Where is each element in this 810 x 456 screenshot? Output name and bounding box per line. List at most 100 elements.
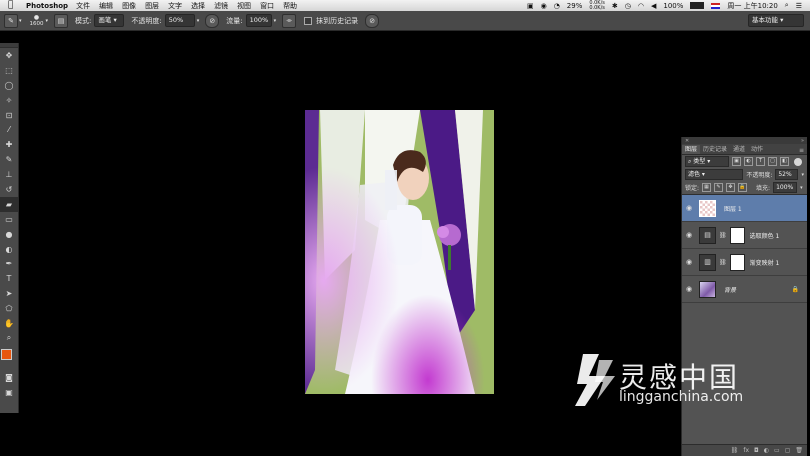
history-brush-tool-icon[interactable]: ↺ xyxy=(0,182,18,197)
mode-select[interactable]: 画笔 ▾ xyxy=(94,14,125,27)
tool-preset-dropdown-icon[interactable]: ▾ xyxy=(19,18,22,24)
menu-filter[interactable]: 滤镜 xyxy=(214,1,228,11)
tab-actions[interactable]: 动作 xyxy=(748,145,766,154)
pressure-size-icon[interactable]: ⊘ xyxy=(365,13,380,28)
lock-transparent-icon[interactable]: ▦ xyxy=(702,183,712,192)
lock-pixels-icon[interactable]: ✎ xyxy=(714,183,724,192)
eyedropper-tool-icon[interactable]: ⁄ xyxy=(0,122,18,137)
menu-window[interactable]: 窗口 xyxy=(260,1,274,11)
pressure-opacity-icon[interactable]: ⊘ xyxy=(205,13,220,28)
menu-image[interactable]: 图像 xyxy=(122,1,136,11)
layer-name[interactable]: 渐变映射 1 xyxy=(750,258,780,267)
tab-channels[interactable]: 通道 xyxy=(730,145,748,154)
menu-help[interactable]: 帮助 xyxy=(283,1,297,11)
opacity-input[interactable]: 50% xyxy=(164,14,195,27)
filter-kind-select[interactable]: ⌕ 类型 ▾ xyxy=(685,156,729,167)
panel-menu-icon[interactable]: ≡ xyxy=(799,147,804,154)
fill-dropdown-icon[interactable]: ▾ xyxy=(800,185,803,191)
flag-icon[interactable] xyxy=(711,2,721,9)
foreground-color-swatch[interactable] xyxy=(1,348,12,360)
gradient-tool-icon[interactable]: ▭ xyxy=(0,212,18,227)
layer-name[interactable]: 图层 1 xyxy=(724,204,742,213)
layer-mask-thumbnail[interactable] xyxy=(729,253,745,271)
lasso-tool-icon[interactable]: ◯ xyxy=(0,78,18,93)
clock-icon[interactable]: ◷ xyxy=(625,2,631,10)
screen-icon[interactable]: ▣ xyxy=(527,2,534,10)
new-layer-icon[interactable]: ▢ xyxy=(785,447,791,454)
dodge-tool-icon[interactable]: ◐ xyxy=(0,242,18,257)
delete-layer-icon[interactable]: 🗑 xyxy=(795,447,803,454)
workspace-switcher[interactable]: 基本功能 ▾ xyxy=(748,14,804,27)
fill-input[interactable]: 100% xyxy=(773,182,798,193)
collapse-icon[interactable]: ✕ xyxy=(685,138,689,144)
fx-icon[interactable]: fx xyxy=(743,447,749,454)
blur-tool-icon[interactable]: ● xyxy=(0,227,18,242)
filter-adjust-icon[interactable]: ◐ xyxy=(744,157,753,166)
zoom-tool-icon[interactable]: ⌕ xyxy=(0,331,18,346)
link-icon[interactable]: ⛓ xyxy=(719,259,727,266)
history-checkbox[interactable] xyxy=(304,16,313,25)
menu-select[interactable]: 选择 xyxy=(191,1,205,11)
filter-smart-icon[interactable]: ◧ xyxy=(780,157,789,166)
tab-layers[interactable]: 图层 xyxy=(682,145,701,154)
brush-tool-icon[interactable]: ✎ xyxy=(0,152,18,167)
lock-icon[interactable]: 🔒 xyxy=(792,286,799,293)
quick-mask-icon[interactable]: ◙ xyxy=(0,370,18,385)
layer-mask-thumbnail[interactable] xyxy=(729,226,745,244)
brush-dropdown-icon[interactable]: ▾ xyxy=(46,18,49,24)
new-adjustment-icon[interactable]: ◐ xyxy=(764,447,769,454)
add-mask-icon[interactable]: ◘ xyxy=(754,447,759,454)
adjustment-icon[interactable]: ▥ xyxy=(699,253,716,271)
layer-thumbnail[interactable] xyxy=(699,199,716,217)
expand-icon[interactable]: » xyxy=(801,138,804,144)
filter-toggle-icon[interactable] xyxy=(794,157,802,166)
volume-icon[interactable]: ◀ xyxy=(651,2,656,10)
link-icon[interactable]: ⛓ xyxy=(719,232,727,239)
brush-size-picker[interactable]: ● 1600 xyxy=(30,14,44,27)
apple-icon[interactable]:  xyxy=(8,0,18,11)
layer-row-gradient-map[interactable]: ◉ ▥ ⛓ 渐变映射 1 xyxy=(682,249,807,276)
visibility-eye-icon[interactable]: ◉ xyxy=(682,258,696,266)
eraser-tool-icon[interactable]: ▰ xyxy=(0,196,18,212)
type-tool-icon[interactable]: T xyxy=(0,271,18,286)
layer-opacity-input[interactable]: 52% xyxy=(775,169,799,180)
new-group-icon[interactable]: ▭ xyxy=(774,447,780,454)
filter-pixel-icon[interactable]: ▣ xyxy=(732,157,741,166)
link-layers-icon[interactable]: ⛓ xyxy=(731,447,739,454)
adjustment-icon[interactable]: ▤ xyxy=(699,226,716,244)
airbrush-icon[interactable]: ⌯ xyxy=(282,13,297,28)
cpu-icon[interactable]: ◔ xyxy=(554,2,560,10)
filter-shape-icon[interactable]: ▢ xyxy=(768,157,777,166)
document-canvas-photo[interactable] xyxy=(305,110,494,394)
layer-row-selective-color[interactable]: ◉ ▤ ⛓ 选取颜色 1 xyxy=(682,222,807,249)
screen-mode-icon[interactable]: ▣ xyxy=(0,385,18,400)
layer-opacity-dropdown-icon[interactable]: ▾ xyxy=(801,172,804,178)
visibility-eye-icon[interactable]: ◉ xyxy=(682,204,696,212)
quick-select-tool-icon[interactable]: ✧ xyxy=(0,93,18,108)
hand-tool-icon[interactable]: ✋ xyxy=(0,316,18,331)
blend-mode-select[interactable]: 滤色 ▾ xyxy=(685,169,744,180)
crop-tool-icon[interactable]: ⊡ xyxy=(0,108,18,123)
bluetooth-icon[interactable]: ✱ xyxy=(612,2,618,10)
datetime[interactable]: 周一 上午10:20 xyxy=(727,1,777,11)
menu-file[interactable]: 文件 xyxy=(76,1,90,11)
menu-layer[interactable]: 图层 xyxy=(145,1,159,11)
clone-stamp-tool-icon[interactable]: ⊥ xyxy=(0,167,18,182)
app-name[interactable]: Photoshop xyxy=(26,2,68,10)
layer-row-background[interactable]: ◉ 背景 🔒 xyxy=(682,276,807,303)
filter-type-icon[interactable]: T xyxy=(756,157,765,166)
path-select-tool-icon[interactable]: ➤ xyxy=(0,286,18,301)
move-tool-icon[interactable]: ✥ xyxy=(0,48,18,63)
record-icon[interactable]: ◉ xyxy=(541,2,547,10)
shape-tool-icon[interactable]: ⬠ xyxy=(0,301,18,316)
lock-all-icon[interactable]: 🔒 xyxy=(738,183,748,192)
healing-brush-tool-icon[interactable]: ✚ xyxy=(0,137,18,152)
brush-panel-icon[interactable]: ▤ xyxy=(54,13,69,28)
visibility-eye-icon[interactable]: ◉ xyxy=(682,285,696,293)
lock-position-icon[interactable]: ✥ xyxy=(726,183,736,192)
flow-dropdown-icon[interactable]: ▾ xyxy=(274,18,277,24)
search-icon[interactable]: ⌕ xyxy=(785,1,789,10)
visibility-eye-icon[interactable]: ◉ xyxy=(682,231,696,239)
layer-thumbnail[interactable] xyxy=(699,280,716,298)
flow-input[interactable]: 100% xyxy=(245,14,272,27)
